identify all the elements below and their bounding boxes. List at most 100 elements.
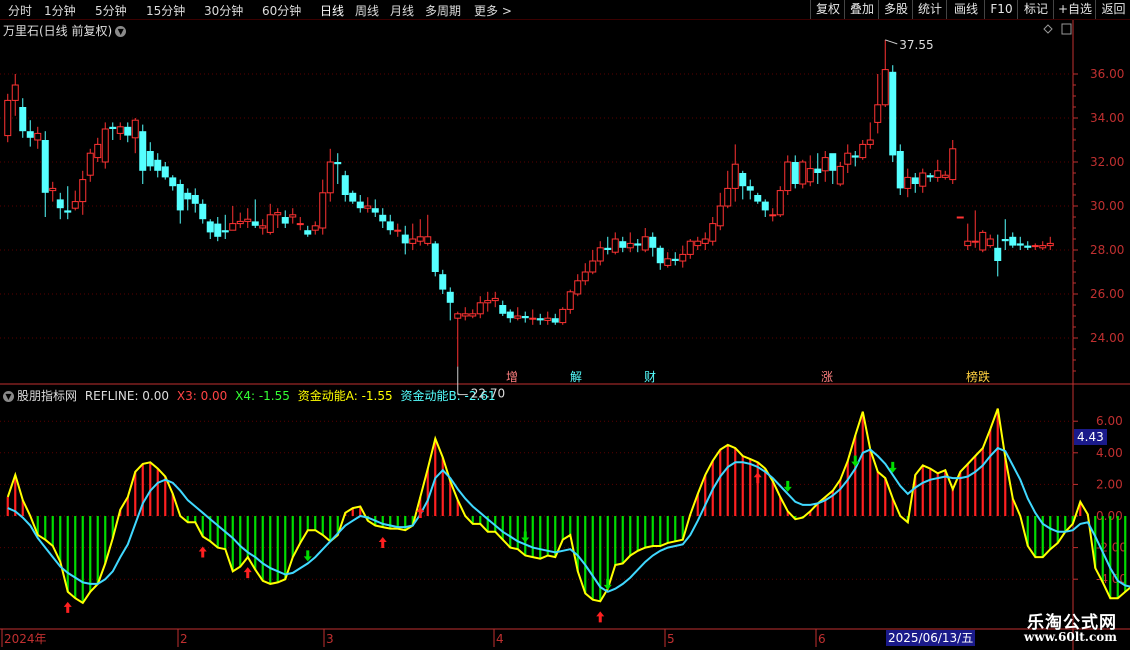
event-marker: 涨 [821,369,833,384]
candle-body-down [206,221,214,233]
candle-body-down [754,195,762,202]
max-pointer [885,39,898,45]
candle-body-up [1031,245,1039,248]
candle-body-up [319,192,327,229]
price-tick-label: 26.00 [1090,287,1124,301]
candle-body-up [394,229,402,232]
candle-body-up [724,187,732,207]
candle-body-up [701,238,709,244]
candle-body-up [326,161,334,194]
watermark-url: www.60lt.com [1024,630,1117,644]
candle-body-up [424,236,432,244]
candle-body-down [251,221,259,226]
candle-body-up [259,225,267,229]
cursor-date: 2025/06/13/五 [886,630,976,646]
candle-body-up [664,258,672,266]
diamond-icon [1043,24,1053,34]
candle-body-up [611,238,619,253]
candle-body-up [71,201,79,209]
candle-body-up [589,260,597,273]
candle-body-up [979,231,987,251]
candle-body-up [716,205,724,227]
candle-body-up [956,216,964,219]
candle-body-up [581,271,589,282]
candle-body-up [469,313,477,317]
candle-body-up [844,152,852,165]
candle-body-down [356,201,364,209]
candle-body-up [596,247,604,262]
x-axis-label: 2 [180,632,188,646]
candle-body-up [964,240,972,247]
candle-body-up [364,205,372,209]
candle-body-up [859,143,867,159]
candle-body-down [64,210,72,213]
event-marker: 增 [506,370,518,384]
candle-body-down [124,126,132,136]
candle-body-down [649,236,657,248]
candle-body-down [911,177,919,184]
candle-body-up [1046,242,1054,247]
indicator-current-value: 4.43 [1074,429,1107,445]
candle-body-down [791,162,799,184]
candle-body-up [904,176,912,189]
sell-arrow-icon [303,550,312,562]
candle-body-up [769,214,777,217]
buy-arrow-icon [198,546,207,558]
candle-body-down [829,153,837,171]
candle-body-down [19,107,27,132]
candle-body-up [4,99,12,137]
candle-body-down [304,230,312,235]
candle-body-up [919,172,927,187]
candle-body-up [866,139,874,145]
candle-body-up [574,280,582,295]
candle-body-up [86,152,94,176]
candle-body-up [836,165,844,185]
candle-body-up [559,308,567,324]
watermark: 乐淘公式网 www.60lt.com [995,606,1125,648]
candle-body-down [521,316,529,319]
x-axis-label: 4 [496,632,504,646]
price-tick-label: 36.00 [1090,67,1124,81]
event-marker: 解 [570,370,582,384]
candle-body-up [971,240,979,243]
candle-body-down [349,192,357,202]
candle-body-down [41,140,49,193]
price-tick-label: 30.00 [1090,199,1124,213]
candle-body-down [161,166,169,178]
candle-body-down [199,203,207,220]
candle-body-up [949,148,957,181]
candle-body-down [814,168,822,173]
candle-body-up [79,179,87,203]
candle-body-down [221,230,229,233]
candle-body-up [776,190,784,216]
candle-body-up [11,84,19,101]
candle-body-down [146,151,154,167]
candle-body-down [176,184,184,211]
candle-body-down [926,175,934,178]
candle-body-down [26,131,34,138]
candle-body-down [656,247,664,264]
candle-body-up [49,187,57,192]
candle-body-down [169,177,177,187]
candle-body-up [266,214,274,233]
candle-body-up [529,317,537,320]
candle-body-down [341,175,349,195]
event-marker: 财 [644,370,656,384]
candle-body-up [934,170,942,178]
candle-body-down [851,155,859,158]
candle-body-down [439,274,447,290]
sell-arrow-icon [521,531,530,543]
max-price-label: 37.55 [899,38,933,52]
indicator-tick-label: 2.00 [1096,477,1123,491]
price-tick-label: 28.00 [1090,243,1124,257]
series-a-line [6,408,1130,605]
candle-body-up [296,223,304,226]
candle-body-down [154,159,162,171]
x-axis-label: 5 [667,632,675,646]
candle-body-up [476,302,484,315]
candle-body-up [409,238,417,244]
candle-body-up [416,236,424,242]
price-tick-label: 32.00 [1090,155,1124,169]
candle-body-down [671,258,679,261]
indicator-tick-label: 6.00 [1096,414,1123,428]
